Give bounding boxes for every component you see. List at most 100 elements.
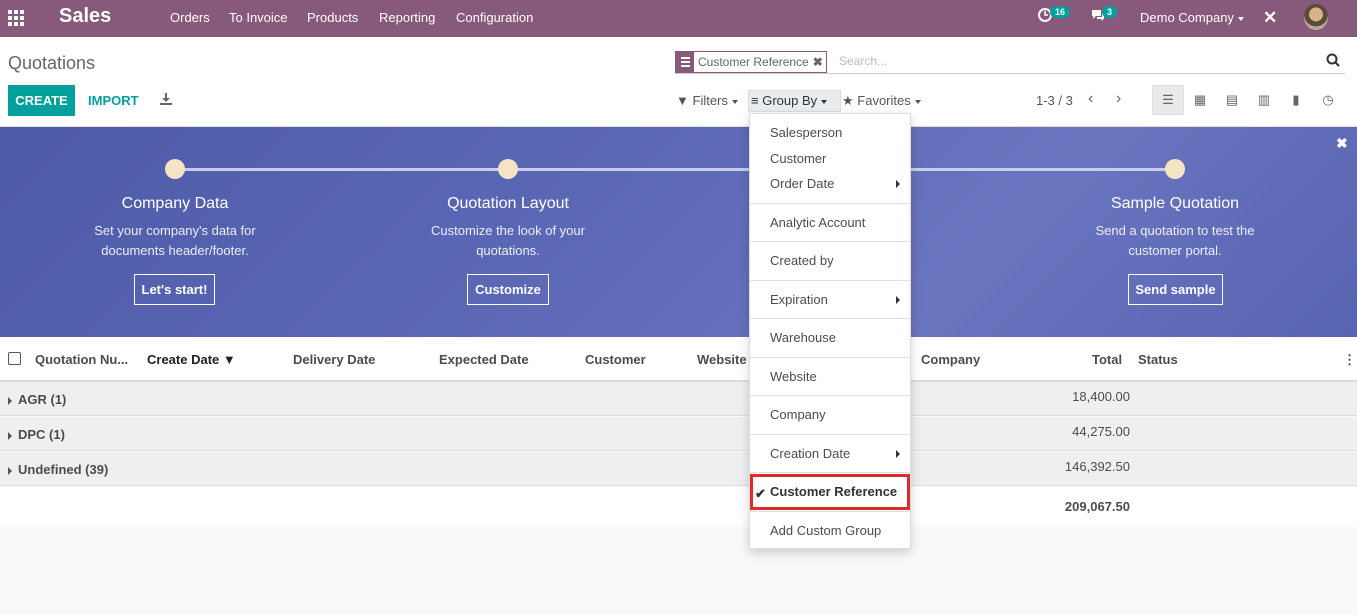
group-row[interactable]: Undefined (39) 146,392.50 — [0, 452, 1357, 486]
group-row[interactable]: DPC (1) 44,275.00 — [0, 417, 1357, 451]
search-input[interactable]: Search... — [839, 54, 887, 68]
messages-badge: 3 — [1102, 6, 1118, 18]
menu-to-invoice[interactable]: To Invoice — [229, 10, 288, 25]
star-icon: ★ — [842, 93, 854, 108]
caret-down-icon — [731, 99, 738, 104]
divider — [750, 203, 910, 204]
col-customer[interactable]: Customer — [585, 352, 646, 367]
company-switcher[interactable]: Demo Company — [1140, 10, 1244, 25]
groupby-company[interactable]: Company — [750, 407, 910, 427]
item-label: Expiration — [770, 292, 828, 307]
pager-previous-icon[interactable]: ‹ — [1088, 90, 1093, 108]
pager-next-icon[interactable]: › — [1116, 90, 1121, 108]
menu-orders[interactable]: Orders — [170, 10, 210, 25]
app-name: Sales — [59, 5, 112, 27]
control-panel: Quotations CREATE IMPORT Customer Refere… — [0, 37, 1357, 127]
facet-label: Customer Reference — [698, 55, 809, 69]
col-status[interactable]: Status — [1138, 352, 1178, 367]
step-title: Sample Quotation — [1110, 195, 1240, 212]
groupby-warehouse[interactable]: Warehouse — [750, 330, 910, 350]
col-delivery-date[interactable]: Delivery Date — [293, 352, 375, 367]
check-icon: ✔ — [755, 486, 766, 501]
activity-badge: 16 — [1050, 6, 1071, 18]
progress-line — [175, 168, 1175, 171]
caret-down-icon — [821, 99, 828, 104]
pivot-view-icon[interactable]: ▥ — [1248, 85, 1280, 115]
divider — [750, 318, 910, 319]
groupby-salesperson[interactable]: Salesperson — [750, 125, 910, 145]
close-banner-icon[interactable]: ✖ — [1336, 135, 1348, 152]
filters-button[interactable]: ▼ Filters — [676, 93, 738, 108]
top-navbar: Sales Orders To Invoice Products Reporti… — [0, 0, 1357, 37]
groupby-creation-date[interactable]: Creation Date — [750, 446, 910, 466]
groupby-customer[interactable]: Customer — [750, 151, 910, 171]
table-header: Quotation Nu... Create Date ▼ Delivery D… — [0, 337, 1357, 382]
facet-remove-icon[interactable]: ✖ — [813, 55, 826, 69]
onboarding-banner: Company Data Set your company's data for… — [0, 127, 1357, 337]
group-by-dropdown: Salesperson Customer Order Date Analytic… — [749, 113, 911, 549]
user-avatar[interactable] — [1304, 4, 1328, 30]
groupby-created-by[interactable]: Created by — [750, 253, 910, 273]
filters-label: Filters — [692, 93, 728, 108]
menu-products[interactable]: Products — [307, 10, 358, 25]
lets-start-button[interactable]: Let's start! — [134, 274, 215, 305]
step-dot — [165, 159, 185, 179]
col-total[interactable]: Total — [1092, 352, 1122, 367]
expand-icon — [8, 466, 12, 475]
step-dot — [498, 159, 518, 179]
company-name: Demo Company — [1140, 10, 1234, 25]
step-title: Company Data — [121, 195, 229, 212]
divider — [750, 241, 910, 242]
caret-right-icon — [896, 296, 900, 304]
list-view-icon[interactable]: ☰ — [1152, 85, 1184, 115]
customize-button[interactable]: Customize — [467, 274, 549, 305]
menu-configuration[interactable]: Configuration — [456, 10, 533, 25]
select-all-checkbox[interactable] — [8, 352, 21, 365]
group-label: DPC (1) — [8, 427, 65, 442]
groupby-customer-reference[interactable]: ✔ Customer Reference — [750, 484, 910, 504]
col-create-date[interactable]: Create Date ▼ — [147, 352, 236, 367]
activity-view-icon[interactable]: ◷ — [1312, 85, 1344, 115]
import-button[interactable]: IMPORT — [88, 93, 139, 108]
graph-view-icon[interactable]: ▮ — [1280, 85, 1312, 115]
group-total: 146,392.50 — [1064, 459, 1130, 474]
activity-button[interactable]: 16 — [1038, 6, 1071, 25]
download-icon[interactable] — [160, 93, 172, 105]
group-by-button[interactable]: ≡ Group By — [751, 93, 828, 108]
groupby-website[interactable]: Website — [750, 369, 910, 389]
group-label: AGR (1) — [8, 392, 66, 407]
filter-icon: ▼ — [676, 93, 689, 108]
divider — [750, 357, 910, 358]
col-website[interactable]: Website — [697, 352, 747, 367]
item-label: Creation Date — [770, 446, 851, 461]
groupby-expiration[interactable]: Expiration — [750, 292, 910, 312]
divider — [750, 280, 910, 281]
pager-value[interactable]: 1-3 / 3 — [1036, 93, 1073, 108]
messages-button[interactable]: 3 — [1090, 6, 1118, 25]
search-facet: Customer Reference ✖ — [675, 51, 827, 73]
item-label: Customer Reference — [770, 484, 898, 499]
col-company[interactable]: Company — [921, 352, 980, 367]
groupby-analytic-account[interactable]: Analytic Account — [750, 215, 910, 235]
divider — [750, 395, 910, 396]
send-sample-button[interactable]: Send sample — [1128, 274, 1223, 305]
column-options-icon[interactable]: ⋮ — [1343, 352, 1356, 368]
col-quotation-number[interactable]: Quotation Nu... — [35, 352, 128, 367]
debug-tools-icon[interactable]: ✕ — [1263, 8, 1277, 28]
groupby-order-date[interactable]: Order Date — [750, 176, 910, 196]
create-button[interactable]: CREATE — [8, 85, 75, 116]
apps-menu-icon[interactable] — [8, 10, 26, 26]
group-row[interactable]: AGR (1) 18,400.00 — [0, 382, 1357, 416]
favorites-button[interactable]: ★ Favorites — [842, 93, 921, 109]
col-expected-date[interactable]: Expected Date — [439, 352, 529, 367]
col-label: Create Date — [147, 352, 220, 367]
add-custom-group[interactable]: Add Custom Group — [750, 523, 910, 543]
search-icon[interactable] — [1326, 53, 1340, 67]
view-switcher: ☰ ▦ ▤ ▥ ▮ ◷ — [1152, 85, 1344, 115]
menu-reporting[interactable]: Reporting — [379, 10, 435, 25]
divider — [750, 434, 910, 435]
calendar-view-icon[interactable]: ▤ — [1216, 85, 1248, 115]
caret-right-icon — [896, 450, 900, 458]
kanban-view-icon[interactable]: ▦ — [1184, 85, 1216, 115]
step-desc: documents header/footer. — [101, 243, 249, 258]
